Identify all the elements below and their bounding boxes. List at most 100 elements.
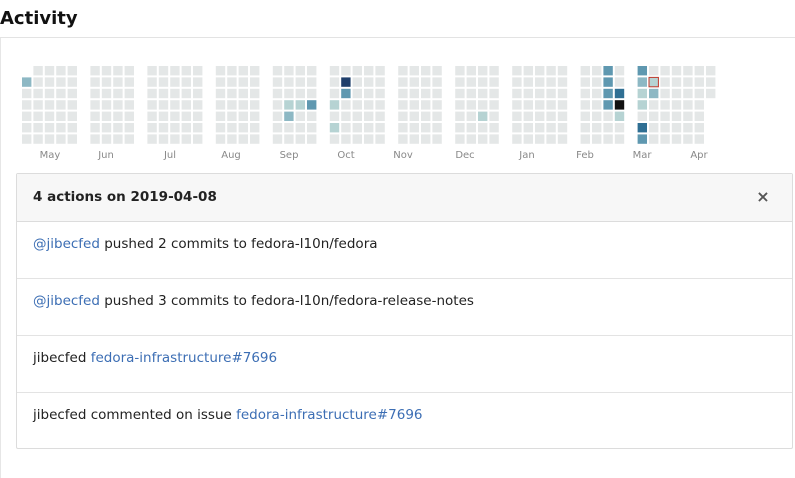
heatmap-cell[interactable] <box>295 66 305 76</box>
heatmap-cell[interactable] <box>580 77 590 87</box>
heatmap-cell[interactable] <box>272 77 283 87</box>
heatmap-cell[interactable] <box>432 66 442 76</box>
heatmap-cell[interactable] <box>364 66 374 76</box>
heatmap-cell[interactable] <box>557 77 568 87</box>
heatmap-cell[interactable] <box>352 66 362 76</box>
heatmap-cell[interactable] <box>158 111 169 121</box>
heatmap-cell[interactable] <box>170 77 180 87</box>
heatmap-cell[interactable] <box>158 100 169 110</box>
heatmap-cell[interactable] <box>272 134 283 144</box>
heatmap-cell[interactable] <box>489 111 499 121</box>
heatmap-cell[interactable] <box>307 134 317 144</box>
heatmap-cell[interactable] <box>478 134 488 144</box>
heatmap-cell[interactable] <box>193 111 203 121</box>
heatmap-cell[interactable] <box>329 111 340 121</box>
heatmap-cell[interactable] <box>603 100 613 110</box>
heatmap-cell[interactable] <box>215 100 226 110</box>
heatmap-cell[interactable] <box>421 100 431 110</box>
heatmap-cell[interactable] <box>683 77 693 87</box>
heatmap-cell[interactable] <box>101 100 112 110</box>
heatmap-cell[interactable] <box>67 88 77 99</box>
heatmap-cell[interactable] <box>478 100 488 110</box>
heatmap-cell[interactable] <box>466 66 476 76</box>
heatmap-cell[interactable] <box>250 77 260 87</box>
heatmap-cell[interactable] <box>33 66 43 76</box>
heatmap-cell[interactable] <box>421 66 431 76</box>
heatmap-cell[interactable] <box>170 88 180 99</box>
heatmap-cell[interactable] <box>683 111 693 121</box>
heatmap-cell[interactable] <box>238 88 248 99</box>
heatmap-cell[interactable] <box>660 77 670 87</box>
heatmap-cell[interactable] <box>614 66 625 76</box>
heatmap-cell[interactable] <box>101 66 112 76</box>
heatmap-cell[interactable] <box>694 134 704 144</box>
heatmap-cell[interactable] <box>580 88 590 99</box>
heatmap-cell[interactable] <box>421 134 431 144</box>
heatmap-cell[interactable] <box>67 66 77 76</box>
heatmap-cell[interactable] <box>147 66 157 76</box>
close-icon[interactable]: × <box>754 188 772 206</box>
heatmap-cell[interactable] <box>671 88 682 99</box>
heatmap-cell[interactable] <box>158 88 169 99</box>
heatmap-cell[interactable] <box>557 66 568 76</box>
heatmap-cell[interactable] <box>250 100 260 110</box>
heatmap-cell[interactable] <box>352 88 362 99</box>
heatmap-cell[interactable] <box>44 123 55 133</box>
heatmap-cell[interactable] <box>33 77 43 87</box>
heatmap-cell[interactable] <box>272 123 283 133</box>
heatmap-cell[interactable] <box>238 100 248 110</box>
heatmap-cell[interactable] <box>421 111 431 121</box>
heatmap-cell[interactable] <box>637 100 647 110</box>
heatmap-cell[interactable] <box>44 88 55 99</box>
heatmap-cell[interactable] <box>284 88 294 99</box>
heatmap-cell[interactable] <box>284 123 294 133</box>
heatmap-cell[interactable] <box>124 77 134 87</box>
heatmap-cell[interactable] <box>535 134 545 144</box>
heatmap-cell[interactable] <box>546 111 556 121</box>
heatmap-cell[interactable] <box>432 134 442 144</box>
heatmap-cell[interactable] <box>580 66 590 76</box>
heatmap-cell[interactable] <box>637 77 647 87</box>
heatmap-cell[interactable] <box>56 134 66 144</box>
heatmap-cell[interactable] <box>67 111 77 121</box>
heatmap-cell[interactable] <box>147 134 157 144</box>
heatmap-cell[interactable] <box>649 100 659 110</box>
heatmap-cell[interactable] <box>113 123 123 133</box>
heatmap-cell[interactable] <box>409 100 419 110</box>
heatmap-cell[interactable] <box>489 100 499 110</box>
heatmap-cell[interactable] <box>250 88 260 99</box>
heatmap-cell[interactable] <box>409 134 419 144</box>
heatmap-cell[interactable] <box>557 100 568 110</box>
heatmap-cell[interactable] <box>90 100 100 110</box>
heatmap-cell[interactable] <box>181 134 191 144</box>
heatmap-cell[interactable] <box>250 66 260 76</box>
heatmap-cell[interactable] <box>512 123 522 133</box>
heatmap-cell[interactable] <box>193 100 203 110</box>
heatmap-cell[interactable] <box>535 100 545 110</box>
heatmap-cell[interactable] <box>113 134 123 144</box>
heatmap-cell[interactable] <box>398 66 408 76</box>
heatmap-cell[interactable] <box>375 88 385 99</box>
heatmap-cell[interactable] <box>375 123 385 133</box>
heatmap-cell[interactable] <box>352 111 362 121</box>
heatmap-cell[interactable] <box>67 100 77 110</box>
heatmap-cell[interactable] <box>147 100 157 110</box>
heatmap-cell[interactable] <box>181 100 191 110</box>
heatmap-cell[interactable] <box>90 88 100 99</box>
heatmap-cell[interactable] <box>113 111 123 121</box>
heatmap-cell[interactable] <box>284 134 294 144</box>
heatmap-cell[interactable] <box>648 76 659 88</box>
heatmap-cell[interactable] <box>295 88 305 99</box>
heatmap-cell[interactable] <box>307 123 317 133</box>
heatmap-cell[interactable] <box>44 77 55 87</box>
heatmap-cell[interactable] <box>512 111 522 121</box>
heatmap-cell[interactable] <box>614 77 625 87</box>
heatmap-cell[interactable] <box>193 88 203 99</box>
heatmap-cell[interactable] <box>250 134 260 144</box>
heatmap-cell[interactable] <box>489 88 499 99</box>
heatmap-cell[interactable] <box>238 111 248 121</box>
heatmap-cell[interactable] <box>352 100 362 110</box>
heatmap-cell[interactable] <box>694 111 704 121</box>
heatmap-cell[interactable] <box>113 77 123 87</box>
heatmap-cell[interactable] <box>295 111 305 121</box>
